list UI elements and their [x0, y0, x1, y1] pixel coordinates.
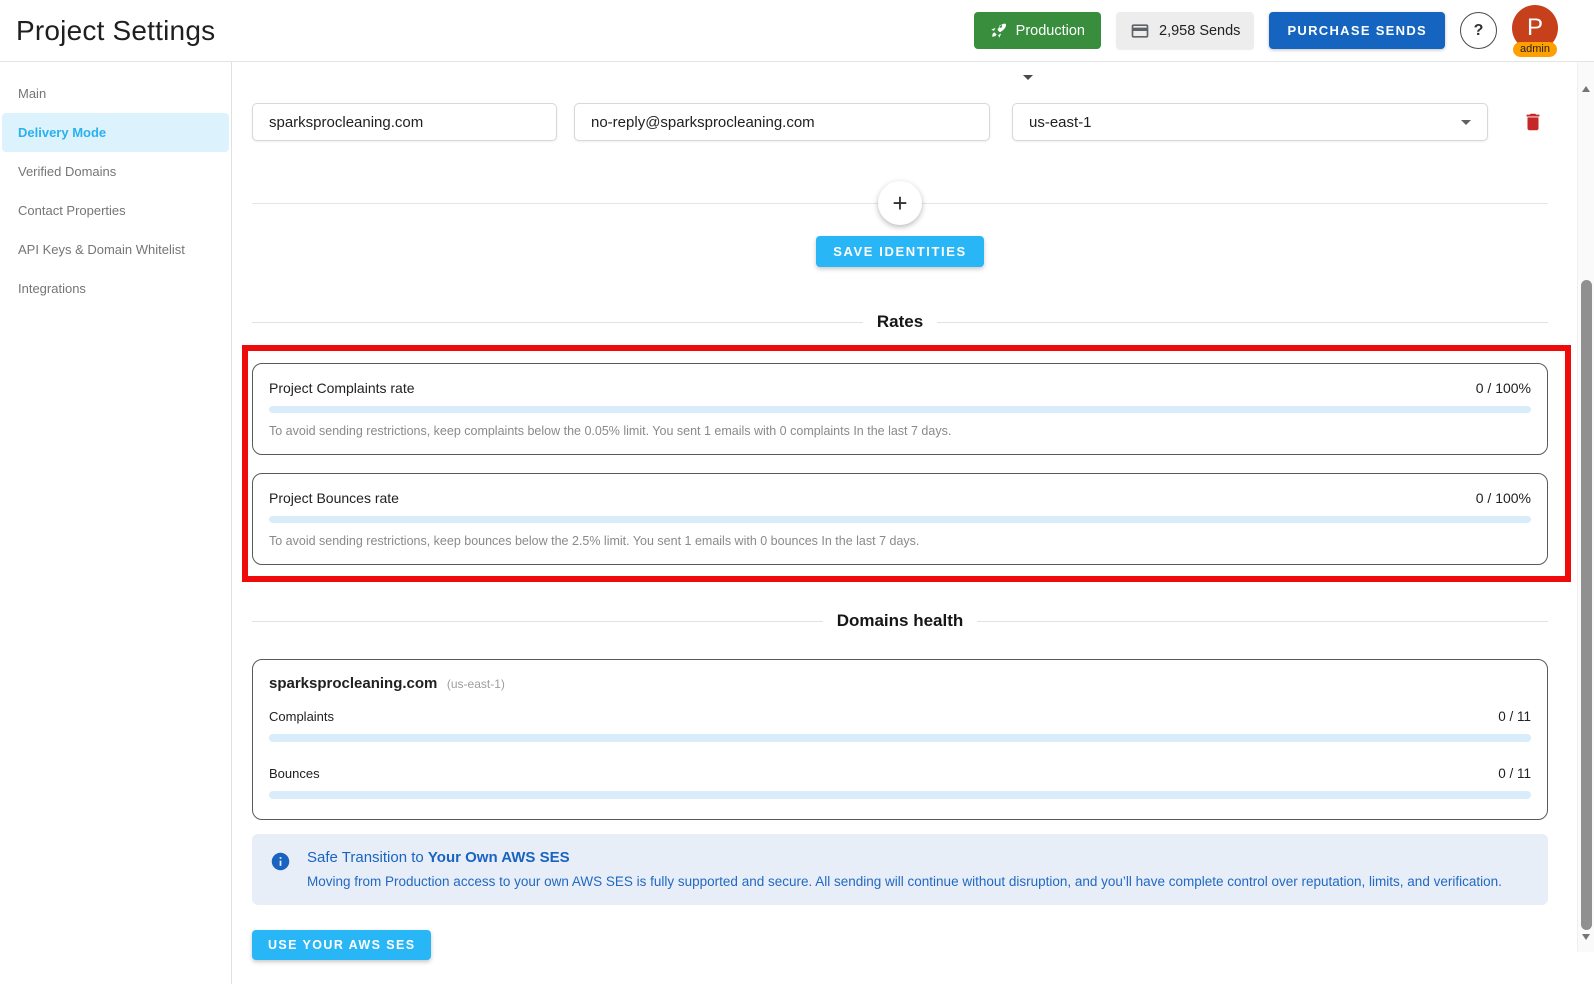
use-your-aws-ses-button[interactable]: USE YOUR AWS SES — [252, 930, 432, 960]
domains-health-heading: Domains health — [836, 611, 964, 630]
rocket-icon — [990, 22, 1007, 39]
complaints-metric-row: Complaints 0 / 11 — [269, 709, 1531, 724]
main-layout: Main Delivery Mode Verified Domains Cont… — [0, 62, 1594, 984]
complaints-rate-title: Project Complaints rate — [269, 380, 415, 396]
alert-text-block: Safe Transition to Your Own AWS SES Movi… — [307, 849, 1502, 889]
question-mark-icon: ? — [1473, 21, 1484, 39]
alert-title-normal: Safe Transition to — [307, 849, 428, 866]
bounces-rate-value: 0 / 100% — [1475, 490, 1531, 506]
complaints-rate-caption: To avoid sending restrictions, keep comp… — [269, 424, 952, 438]
scroll-up-arrow-icon[interactable] — [1582, 86, 1590, 92]
info-icon — [270, 851, 291, 889]
domain-input[interactable]: sparksprocleaning.com — [252, 103, 557, 141]
alert-title-bold: Your Own AWS SES — [427, 849, 570, 866]
bounces-metric-value: 0 / 11 — [1498, 766, 1531, 781]
rate-card-header: Project Complaints rate 0 / 100% — [269, 380, 1531, 396]
domain-region: (us-east-1) — [446, 677, 505, 691]
scrollbar-thumb[interactable] — [1581, 280, 1592, 930]
complaints-metric-bar — [269, 734, 1531, 742]
bounces-progress-bar — [269, 516, 1531, 523]
aws-ses-info-alert: Safe Transition to Your Own AWS SES Movi… — [252, 834, 1548, 905]
rate-card-header: Project Bounces rate 0 / 100% — [269, 490, 1531, 506]
sidebar-item-delivery-mode[interactable]: Delivery Mode — [2, 113, 229, 152]
scrolled-label-fragment — [1023, 75, 1033, 80]
sender-email-input[interactable]: no-reply@sparksprocleaning.com — [574, 103, 990, 141]
complaints-metric-label: Complaints — [269, 709, 335, 724]
plus-icon: + — [892, 187, 908, 218]
complaints-progress-bar — [269, 406, 1531, 413]
divider-line — [252, 620, 823, 622]
sends-balance-chip[interactable]: 2,958 Sends — [1116, 12, 1255, 49]
divider-line — [252, 321, 863, 323]
app-header: Project Settings Production 2,958 Sends … — [0, 0, 1594, 62]
region-value: us-east-1 — [1029, 113, 1092, 131]
divider-line — [977, 620, 1548, 622]
help-button[interactable]: ? — [1460, 12, 1497, 49]
bounces-rate-title: Project Bounces rate — [269, 490, 399, 506]
complaints-rate-card: Project Complaints rate 0 / 100% To avoi… — [252, 363, 1548, 455]
identity-row: sparksprocleaning.com no-reply@sparkspro… — [252, 103, 1548, 141]
domains-health-section-heading: Domains health — [252, 611, 1548, 631]
domain-health-card: sparksprocleaning.com (us-east-1) Compla… — [252, 659, 1548, 820]
role-badge: admin — [1513, 41, 1557, 57]
purchase-sends-button[interactable]: PURCHASE SENDS — [1269, 12, 1445, 49]
sidebar-item-integrations[interactable]: Integrations — [2, 269, 229, 308]
bounces-rate-caption: To avoid sending restrictions, keep boun… — [269, 534, 920, 548]
complaints-rate-value: 0 / 100% — [1475, 380, 1531, 396]
alert-title: Safe Transition to Your Own AWS SES — [307, 849, 1502, 866]
domain-name: sparksprocleaning.com — [269, 675, 438, 692]
divider-line — [937, 321, 1548, 323]
delete-identity-button[interactable] — [1518, 107, 1548, 137]
vertical-scrollbar[interactable] — [1577, 62, 1594, 952]
header-actions: Production 2,958 Sends PURCHASE SENDS ? … — [973, 4, 1558, 57]
bounces-metric-label: Bounces — [269, 766, 320, 781]
sidebar-item-api-keys[interactable]: API Keys & Domain Whitelist — [2, 230, 229, 269]
alert-body: Moving from Production access to your ow… — [307, 874, 1502, 889]
add-identity-button[interactable]: + — [878, 181, 922, 225]
rates-section-heading: Rates — [252, 312, 1548, 332]
region-select[interactable]: us-east-1 — [1012, 103, 1488, 141]
trash-icon — [1522, 111, 1544, 133]
complaints-metric-value: 0 / 11 — [1498, 709, 1531, 724]
page-title: Project Settings — [16, 14, 216, 46]
sidebar-item-main[interactable]: Main — [2, 74, 229, 113]
scroll-down-arrow-icon[interactable] — [1582, 934, 1590, 940]
save-identities-button[interactable]: SAVE IDENTITIES — [816, 236, 984, 267]
sends-count-label: 2,958 Sends — [1159, 22, 1241, 39]
add-identity-divider: + — [252, 181, 1548, 225]
bounces-metric-row: Bounces 0 / 11 — [269, 766, 1531, 781]
production-label: Production — [1015, 22, 1085, 39]
bounces-rate-card: Project Bounces rate 0 / 100% To avoid s… — [252, 473, 1548, 565]
sidebar-item-contact-properties[interactable]: Contact Properties — [2, 191, 229, 230]
rates-heading: Rates — [876, 312, 924, 331]
sidebar-item-verified-domains[interactable]: Verified Domains — [2, 152, 229, 191]
chevron-down-icon — [1461, 119, 1471, 125]
bounces-metric-bar — [269, 791, 1531, 799]
user-menu[interactable]: P admin — [1512, 4, 1558, 57]
domain-title-row: sparksprocleaning.com (us-east-1) — [269, 675, 1531, 693]
delivery-mode-content: sparksprocleaning.com no-reply@sparkspro… — [232, 62, 1594, 984]
settings-sidebar: Main Delivery Mode Verified Domains Cont… — [0, 62, 232, 984]
production-mode-button[interactable]: Production — [973, 12, 1101, 49]
credit-card-icon — [1130, 21, 1150, 41]
